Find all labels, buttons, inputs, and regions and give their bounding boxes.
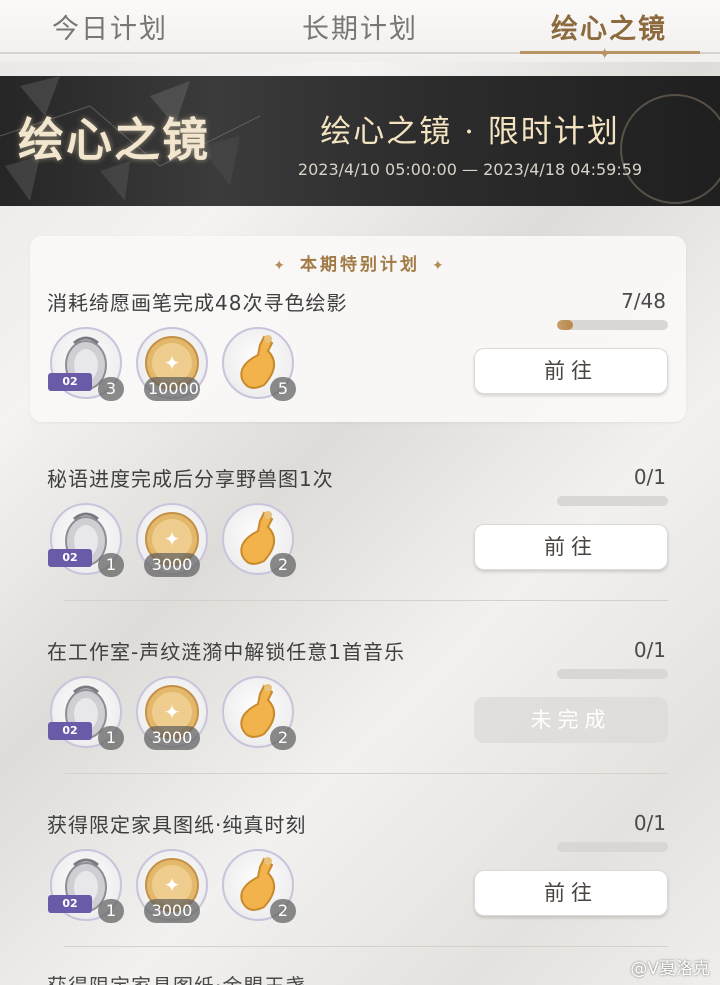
task-progress-text: 7/48 <box>621 289 666 313</box>
task-progress-bar <box>557 496 668 506</box>
svg-text:✦: ✦ <box>164 700 181 724</box>
tab-long-term-plan[interactable]: 长期计划 <box>290 10 430 50</box>
go-button[interactable]: 前往 <box>474 524 668 570</box>
reward-item[interactable]: 5 <box>222 327 296 401</box>
reward-item[interactable]: 2 <box>222 503 296 577</box>
reward-count: 3 <box>98 377 124 401</box>
reward-count: 5 <box>270 377 296 401</box>
task-title: 获得限定家具图纸·纯真时刻 <box>47 813 307 837</box>
task-row: 获得限定家具图纸·纯真时刻 0/1 02 1 ✦ 3000 2 前往 <box>0 809 720 981</box>
task-progress-text: 0/1 <box>633 638 666 662</box>
reward-count: 1 <box>98 726 124 750</box>
ticket-label: 02 <box>48 722 92 740</box>
task-title: 在工作室-声纹涟漪中解锁任意1首音乐 <box>47 640 405 664</box>
task-divider <box>64 600 668 601</box>
reward-count: 3000 <box>144 553 200 577</box>
sparkle-icon: ✦ <box>273 258 288 274</box>
reward-item[interactable]: ✦ 3000 <box>136 676 208 750</box>
tab-today-plan[interactable]: 今日计划 <box>40 10 180 50</box>
partial-task-title: 获得限定家具图纸·金盟玉盏 <box>47 970 306 985</box>
reward-item[interactable]: 02 1 <box>48 849 124 923</box>
top-tab-bar: 今日计划 长期计划 绘心之镜 ✦ <box>0 0 720 63</box>
task-title: 消耗绮愿画笔完成48次寻色绘影 <box>47 291 348 315</box>
featured-section-title: 本期特别计划 <box>300 255 420 275</box>
event-date-range: 2023/4/10 05:00:00 — 2023/4/18 04:59:59 <box>297 160 643 179</box>
sparkle-icon: ✦ <box>432 258 447 274</box>
reward-count: 10000 <box>144 377 200 401</box>
sparkle-icon: ✦ <box>598 44 612 63</box>
reward-item[interactable]: 2 <box>222 676 296 750</box>
task-progress-fill <box>557 320 574 330</box>
task-divider <box>64 773 668 774</box>
reward-item[interactable]: ✦ 3000 <box>136 503 208 577</box>
task-progress-bar <box>557 842 668 852</box>
reward-count: 3000 <box>144 726 200 750</box>
reward-count: 1 <box>98 899 124 923</box>
svg-text:✦: ✦ <box>164 873 181 897</box>
reward-item[interactable]: ✦ 3000 <box>136 849 208 923</box>
reward-count: 2 <box>270 899 296 923</box>
reward-count: 2 <box>270 553 296 577</box>
reward-item[interactable]: ✦ 10000 <box>136 327 208 401</box>
task-progress-bar <box>557 669 668 679</box>
ticket-label: 02 <box>48 895 92 913</box>
event-banner: 绘心之镜 绘心之镜 · 限时计划 2023/4/10 05:00:00 — 20… <box>0 76 720 206</box>
task-row: 在工作室-声纹涟漪中解锁任意1首音乐 0/1 02 1 ✦ 3000 2 未完成 <box>0 636 720 808</box>
reward-count: 3000 <box>144 899 200 923</box>
task-progress-bar <box>557 320 668 330</box>
reward-item[interactable]: 02 3 <box>48 327 124 401</box>
featured-section-header: ✦ 本期特别计划 ✦ <box>0 250 720 275</box>
go-button[interactable]: 前往 <box>474 348 668 394</box>
reward-item[interactable]: 02 1 <box>48 676 124 750</box>
task-row: 秘语进度完成后分享野兽图1次 0/1 02 1 ✦ 3000 2 前往 <box>0 463 720 635</box>
task-progress-text: 0/1 <box>633 465 666 489</box>
reward-item[interactable]: 02 1 <box>48 503 124 577</box>
reward-count: 2 <box>270 726 296 750</box>
task-progress-text: 0/1 <box>633 811 666 835</box>
ticket-label: 02 <box>48 549 92 567</box>
task-row: 消耗绮愿画笔完成48次寻色绘影 7/48 02 3 ✦ 10000 5 前往 <box>0 287 720 459</box>
incomplete-button: 未完成 <box>474 697 668 743</box>
watermark: @V夏洛克 <box>630 959 710 979</box>
reward-count: 1 <box>98 553 124 577</box>
reward-item[interactable]: 2 <box>222 849 296 923</box>
go-button[interactable]: 前往 <box>474 870 668 916</box>
banner-title: 绘心之镜 · 限时计划 <box>320 114 620 150</box>
ticket-label: 02 <box>48 373 92 391</box>
event-logo: 绘心之镜 <box>18 113 210 167</box>
svg-text:✦: ✦ <box>164 527 181 551</box>
svg-text:✦: ✦ <box>164 351 181 375</box>
task-divider <box>64 946 668 947</box>
task-title: 秘语进度完成后分享野兽图1次 <box>47 467 334 491</box>
